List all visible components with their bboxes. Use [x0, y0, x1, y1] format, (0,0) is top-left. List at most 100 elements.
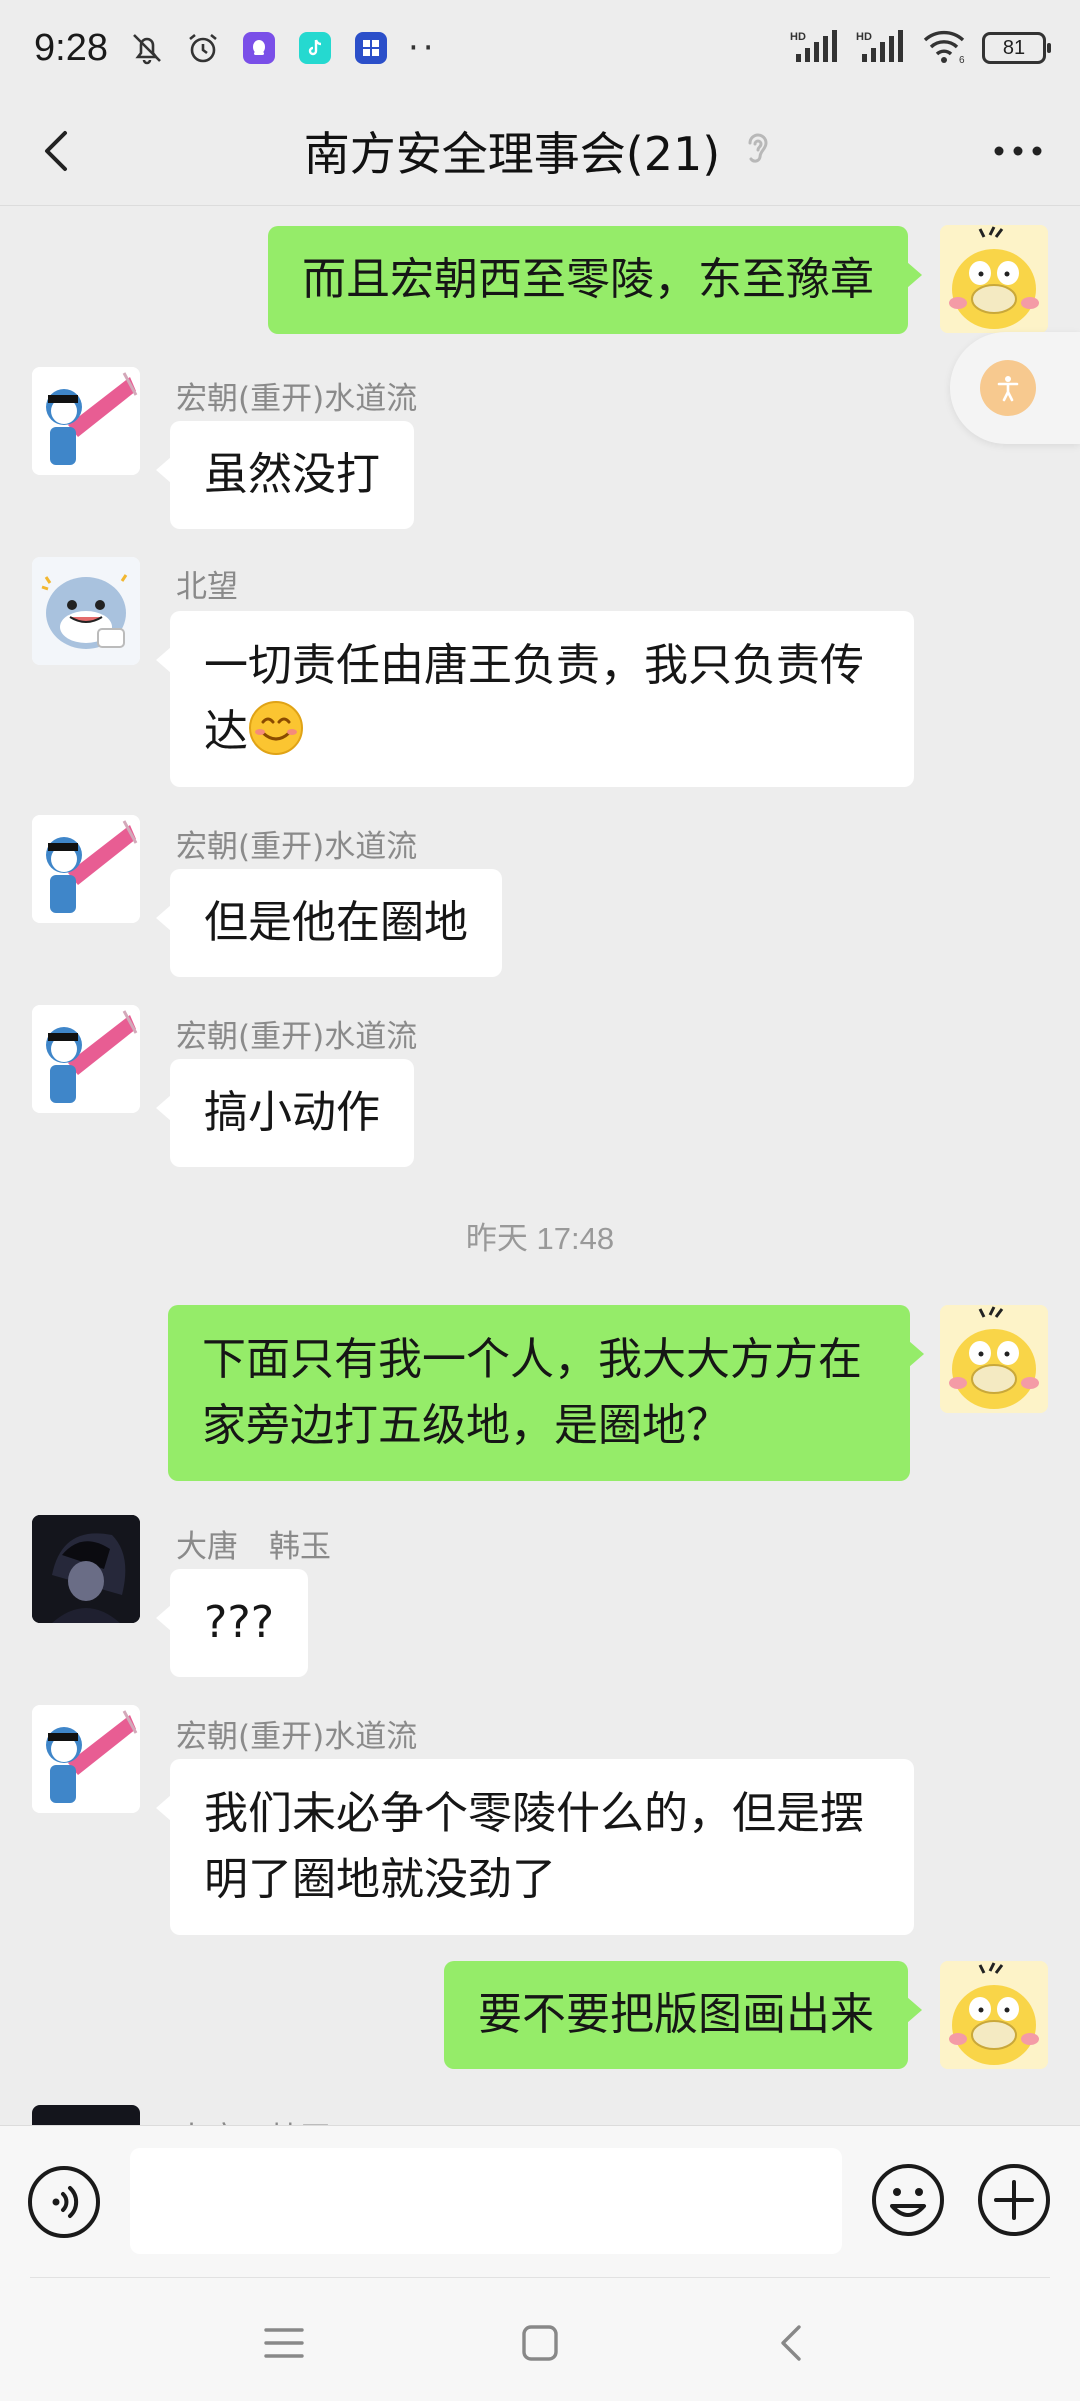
wifi-icon: 6: [922, 28, 968, 68]
message-outgoing: 要不要把版图画出来: [0, 1961, 1080, 2081]
home-square-icon: [522, 2325, 558, 2361]
doraemon-avatar-icon: [32, 1005, 140, 1113]
status-bar: 9:28 ·· HD HD 6 81: [0, 0, 1080, 96]
emoji-icon: [872, 2164, 944, 2236]
message-text-line: 一切责任由唐王负责，我只负责传: [204, 640, 864, 691]
sender-name: 北望: [176, 569, 238, 605]
message-bubble[interactable]: ???: [155, 1569, 309, 1677]
home-button[interactable]: [510, 2313, 570, 2373]
message-text: ???: [204, 1597, 275, 1648]
psyduck-avatar-icon: [940, 225, 1048, 333]
user-avatar[interactable]: [32, 367, 140, 475]
recent-apps-button[interactable]: [254, 2313, 314, 2373]
message-text: 要不要把版图画出来: [478, 1989, 874, 2040]
message-text-line: 家旁边打五级地，是圈地？: [202, 1400, 730, 1451]
more-actions-button[interactable]: [976, 2162, 1052, 2238]
user-avatar[interactable]: [32, 815, 140, 923]
back-triangle-icon: [781, 2325, 801, 2361]
mute-bell-icon: [128, 29, 166, 67]
message-bubble[interactable]: 虽然没打: [156, 421, 414, 529]
ear-icon: [740, 127, 776, 175]
message-input-bar: [0, 2125, 1080, 2277]
status-right: HD HD 6 81: [790, 28, 1051, 68]
message-bubble[interactable]: 要不要把版图画出来: [444, 1961, 922, 2069]
chat-title-group: 南方安全理事会(21): [304, 118, 776, 184]
grid-app-icon: [352, 29, 390, 67]
battery-indicator: 81: [982, 32, 1051, 64]
hd-signal-icon: HD: [790, 28, 842, 68]
message-bubble[interactable]: 一切责任由唐王负责，我只负责传 达: [156, 611, 914, 787]
svg-text:HD: HD: [856, 31, 872, 43]
user-avatar[interactable]: [32, 1515, 140, 1623]
smiling-emoji-icon: [248, 700, 304, 756]
system-back-button[interactable]: [762, 2313, 822, 2373]
doraemon-avatar-icon: [32, 367, 140, 475]
dark-anime-avatar-icon: [32, 1515, 140, 1623]
message-text-line: 明了圈地就没劲了: [204, 1854, 556, 1905]
message-text: 虽然没打: [204, 449, 380, 500]
message-incoming: 宏朝(重开)水道流 搞小动作: [0, 1005, 1080, 1185]
chat-header: 南方安全理事会(21): [0, 96, 1080, 206]
message-bubble[interactable]: 我们未必争个零陵什么的，但是摆 明了圈地就没劲了: [156, 1759, 914, 1935]
message-outgoing: 下面只有我一个人，我大大方方在 家旁边打五级地，是圈地？: [0, 1305, 1080, 1495]
qq-app-icon: [240, 29, 278, 67]
system-navigation-bar: [0, 2277, 1080, 2401]
voice-icon: [28, 2166, 100, 2238]
more-button[interactable]: [986, 124, 1050, 178]
emoji-button[interactable]: [870, 2162, 946, 2238]
message-incoming: 大唐 韩玉 ???: [0, 1515, 1080, 1695]
message-incoming: 大唐 韩玉: [0, 2105, 1080, 2125]
back-button[interactable]: [30, 124, 84, 178]
more-dots-icon: [994, 146, 1042, 156]
sender-name: 宏朝(重开)水道流: [176, 1019, 418, 1055]
doraemon-avatar-icon: [32, 1705, 140, 1813]
message-bubble[interactable]: 下面只有我一个人，我大大方方在 家旁边打五级地，是圈地？: [168, 1305, 924, 1481]
sender-name: 宏朝(重开)水道流: [176, 829, 418, 865]
my-avatar[interactable]: [940, 1961, 1048, 2069]
message-outgoing: 而且宏朝西至零陵，东至豫章: [0, 223, 1080, 335]
message-text: 但是他在圈地: [204, 897, 468, 948]
message-incoming: 北望 一切责任由唐王负责，我只负责传 达: [0, 557, 1080, 807]
shark-avatar-icon: [32, 557, 140, 665]
chevron-left-icon: [45, 131, 67, 171]
menu-lines-icon: [264, 2328, 304, 2358]
message-incoming: 宏朝(重开)水道流 虽然没打: [0, 367, 1080, 567]
sender-name: 大唐 韩玉: [176, 2113, 331, 2125]
message-bubble[interactable]: 而且宏朝西至零陵，东至豫章: [268, 226, 922, 334]
user-avatar[interactable]: [32, 2105, 140, 2125]
svg-text:6: 6: [959, 55, 965, 64]
user-avatar[interactable]: [32, 1005, 140, 1113]
message-text: 而且宏朝西至零陵，东至豫章: [302, 254, 874, 305]
more-notifications-dots: ··: [407, 28, 438, 68]
divider: [30, 2277, 1050, 2278]
chat-title: 南方安全理事会(21): [303, 126, 721, 181]
message-timestamp: 昨天 17:48: [465, 1221, 615, 1256]
message-input[interactable]: [130, 2148, 842, 2254]
plus-icon: [978, 2164, 1050, 2236]
message-bubble[interactable]: 但是他在圈地: [156, 869, 502, 977]
hd-signal-icon-2: HD: [856, 28, 908, 68]
sender-name: 宏朝(重开)水道流: [176, 381, 418, 417]
message-incoming: 宏朝(重开)水道流 我们未必争个零陵什么的，但是摆 明了圈地就没劲了: [0, 1705, 1080, 1955]
psyduck-avatar-icon: [940, 1305, 1048, 1413]
my-avatar[interactable]: [940, 1305, 1048, 1413]
message-bubble[interactable]: 搞小动作: [156, 1059, 414, 1167]
voice-button[interactable]: [26, 2164, 102, 2240]
doraemon-avatar-icon: [32, 815, 140, 923]
sender-name: 大唐 韩玉: [176, 1529, 331, 1565]
message-text-line: 达: [204, 706, 248, 757]
message-text-line: 下面只有我一个人，我大大方方在: [202, 1334, 862, 1385]
chat-message-list[interactable]: 而且宏朝西至零陵，东至豫章 宏朝(重开)水道流 虽然没打 北望 一切责任由唐王负…: [0, 207, 1080, 2125]
tiktok-app-icon: [296, 29, 334, 67]
status-time: 9:28: [34, 26, 108, 69]
message-text-line: 我们未必争个零陵什么的，但是摆: [204, 1788, 864, 1839]
message-text-line-last: 达: [204, 699, 880, 765]
svg-text:HD: HD: [790, 31, 806, 43]
psyduck-avatar-icon: [940, 1961, 1048, 2069]
my-avatar[interactable]: [940, 225, 1048, 333]
alarm-icon: [184, 29, 222, 67]
user-avatar[interactable]: [32, 1705, 140, 1813]
message-incoming: 宏朝(重开)水道流 但是他在圈地: [0, 815, 1080, 995]
user-avatar[interactable]: [32, 557, 140, 665]
message-text: 搞小动作: [204, 1087, 380, 1138]
